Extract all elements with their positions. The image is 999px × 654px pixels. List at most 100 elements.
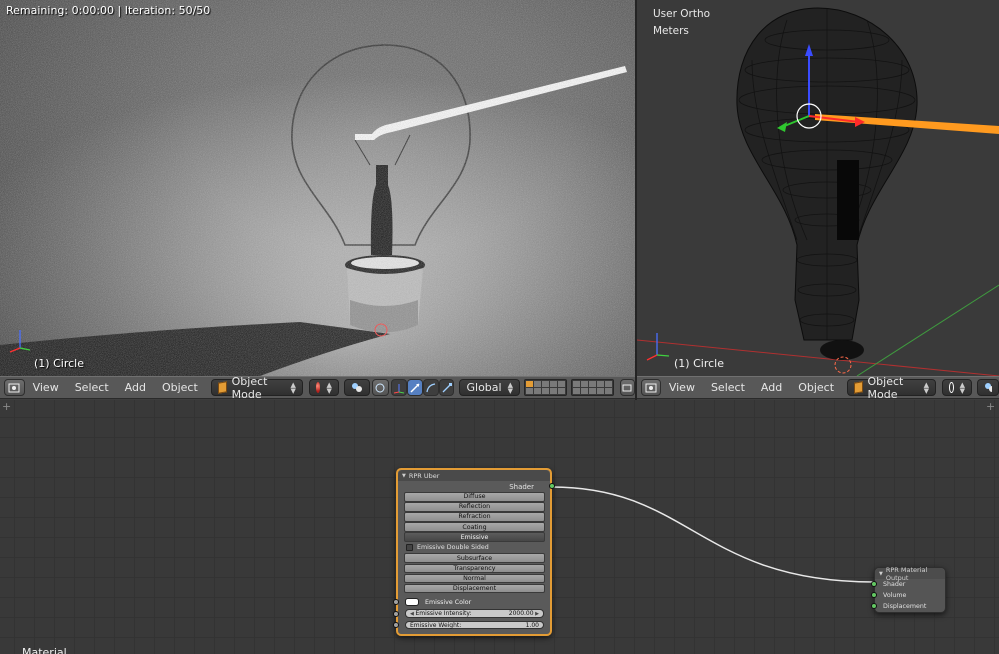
field-label: Emissive Intensity: [415, 610, 472, 617]
node-title: RPR Uber [408, 471, 440, 480]
pivot-dropdown[interactable] [976, 379, 999, 396]
field-label: Emissive Weight: [410, 621, 462, 629]
pivot-icon [351, 383, 362, 392]
volume-input-row: Volume [871, 590, 945, 601]
emissive-intensity-row: ◀ Emissive Intensity: 2000.00 ▶ [393, 608, 550, 620]
viewport-icon [645, 383, 657, 392]
rpr-material-output-node[interactable]: ▼ RPR Material Output Shader Volume Disp… [871, 566, 946, 613]
emissive-weight-row: Emissive Weight: 1.00 [393, 619, 550, 631]
input-label: Displacement [883, 603, 927, 610]
manipulator-icon [375, 383, 385, 392]
viewport-icon [8, 383, 20, 392]
pivot-icon [984, 383, 992, 392]
menu-add[interactable]: Add [761, 381, 782, 394]
rpr-uber-node[interactable]: ▼ RPR Uber Shader Diffuse Reflection Ref… [393, 468, 555, 636]
normal-button[interactable]: Normal [404, 573, 545, 584]
field-value: 2000.00 [508, 610, 534, 617]
input-label: Volume [883, 592, 907, 599]
move-tool-button[interactable] [406, 379, 423, 396]
translate-manipulator-button[interactable] [390, 379, 407, 396]
emissive-double-sided-row[interactable]: Emissive Double Sided [398, 542, 550, 553]
mode-label: Object Mode [867, 374, 904, 401]
emissive-color-row: Emissive Color [393, 596, 550, 608]
orientation-dropdown[interactable]: Global ▲ ▼ [459, 379, 520, 396]
wireframe-viewport[interactable]: User Ortho Meters (1) Circle [637, 0, 999, 376]
node-header[interactable]: ▼ RPR Uber [398, 470, 550, 481]
layer-group-1[interactable] [523, 379, 567, 396]
cube-icon [217, 381, 227, 394]
emissive-color-socket[interactable] [393, 599, 399, 606]
node-header[interactable]: ▼ RPR Material Output [875, 566, 945, 582]
mode-dropdown[interactable]: Object Mode ▲ ▼ [847, 375, 936, 401]
arrow-icon [410, 382, 420, 393]
scale-icon [442, 382, 452, 392]
viewport-header-left: View Select Add Object Object Mode ▲ ▼ ▲ ▼ [0, 375, 635, 401]
dropdown-arrows-icon: ▲ ▼ [959, 380, 965, 395]
emissive-intensity-socket[interactable] [393, 610, 399, 617]
menu-add[interactable]: Add [125, 381, 146, 394]
rotate-icon [425, 382, 435, 392]
layer-buttons[interactable] [523, 379, 618, 396]
editor-type-button[interactable] [641, 379, 661, 396]
node-editor[interactable]: + + ▼ RPR Uber Shader Diffuse Reflection… [0, 400, 999, 654]
wireframe-scene [637, 7, 999, 376]
mode-dropdown[interactable]: Object Mode ▲ ▼ [210, 375, 303, 401]
field-value: 1.00 [525, 621, 539, 629]
editor-type-button[interactable] [4, 379, 25, 396]
rotate-tool-button[interactable] [422, 379, 439, 396]
reflection-button[interactable]: Reflection [404, 502, 545, 512]
displacement-input-socket[interactable] [871, 603, 877, 609]
volume-input-socket[interactable] [871, 592, 877, 598]
axis-icon [393, 383, 404, 393]
render-status-text: Remaining: 0:00:00 | Iteration: 50/50 [6, 4, 211, 17]
dropdown-arrows-icon: ▲ ▼ [290, 380, 296, 395]
lock-camera-button[interactable] [619, 379, 635, 396]
active-object-label: (1) Circle [34, 357, 84, 370]
shading-dropdown[interactable]: ▲ ▼ [308, 379, 339, 396]
emissive-color-swatch[interactable] [405, 598, 419, 606]
menu-view[interactable]: View [669, 381, 695, 394]
displacement-button[interactable]: Displacement [404, 583, 545, 594]
double-sided-checkbox[interactable] [406, 544, 413, 552]
emissive-intensity-field[interactable]: ◀ Emissive Intensity: 2000.00 ▶ [405, 609, 544, 618]
layer-group-2[interactable] [570, 379, 614, 396]
pivot-dropdown[interactable] [343, 379, 370, 396]
menu-object[interactable]: Object [798, 381, 834, 394]
render-image [0, 0, 635, 376]
increment-arrow-icon[interactable]: ▶ [534, 611, 539, 617]
emissive-weight-socket[interactable] [393, 622, 399, 629]
emissive-weight-field[interactable]: Emissive Weight: 1.00 [405, 620, 544, 630]
viewport-header-right: View Select Add Object Object Mode ▲ ▼ ▲ ▼ [637, 375, 999, 401]
menu-select[interactable]: Select [75, 381, 109, 394]
menu-view[interactable]: View [33, 381, 59, 394]
subsurface-button[interactable]: Subsurface [404, 553, 545, 563]
active-object-label: (1) Circle [674, 357, 724, 370]
dropdown-arrows-icon: ▲ ▼ [923, 380, 929, 395]
menu-select[interactable]: Select [711, 381, 745, 394]
shader-output-socket[interactable] [549, 483, 555, 489]
coating-button[interactable]: Coating [404, 522, 545, 532]
layers-icon [622, 384, 632, 391]
menu-object[interactable]: Object [162, 381, 198, 394]
collapse-triangle-icon[interactable]: ▼ [879, 571, 883, 577]
orientation-label: Global [466, 381, 502, 394]
input-label: Shader [883, 581, 906, 588]
output-label: Shader [509, 482, 534, 491]
shading-dropdown[interactable]: ▲ ▼ [941, 379, 972, 396]
cube-icon [854, 381, 863, 394]
emissive-color-label: Emissive Color [425, 598, 472, 606]
view-name-label: User Ortho [653, 8, 711, 20]
collapse-triangle-icon[interactable]: ▼ [402, 473, 406, 479]
shader-output-row: Shader [398, 481, 555, 492]
refraction-button[interactable]: Refraction [404, 512, 545, 522]
rendered-viewport[interactable]: Remaining: 0:00:00 | Iteration: 50/50 (1… [0, 0, 635, 376]
emissive-button[interactable]: Emissive [404, 532, 545, 542]
dropdown-arrows-icon: ▲ ▼ [507, 380, 513, 395]
dropdown-arrows-icon: ▲ ▼ [326, 380, 332, 395]
scale-tool-button[interactable] [438, 379, 455, 396]
shader-input-row: Shader [871, 579, 945, 590]
manipulator-toggle[interactable] [371, 379, 389, 396]
transparency-button[interactable]: Transparency [404, 563, 545, 574]
shader-input-socket[interactable] [871, 581, 877, 587]
diffuse-button[interactable]: Diffuse [404, 492, 545, 502]
